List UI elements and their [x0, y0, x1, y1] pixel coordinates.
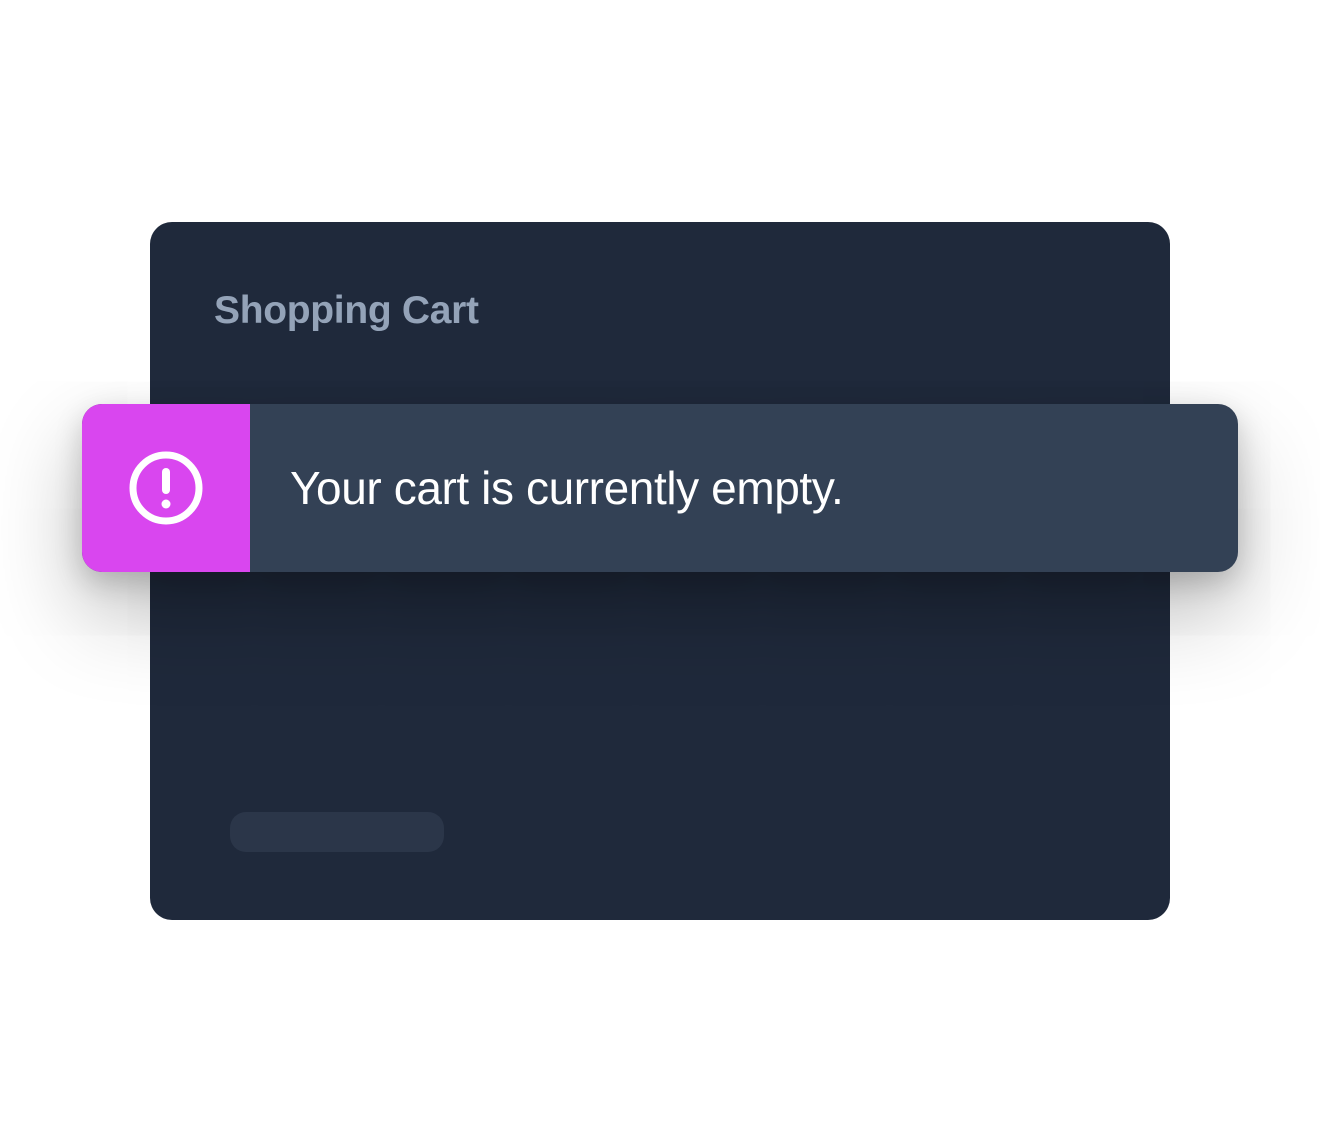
- placeholder-bar: [230, 812, 444, 852]
- exclamation-circle-icon: [129, 451, 203, 525]
- empty-cart-alert: Your cart is currently empty.: [82, 404, 1238, 572]
- cart-title: Shopping Cart: [214, 289, 479, 332]
- stage: Shopping Cart Your cart is currently emp…: [0, 0, 1320, 1144]
- alert-message: Your cart is currently empty.: [290, 462, 844, 514]
- alert-accent: [82, 404, 250, 572]
